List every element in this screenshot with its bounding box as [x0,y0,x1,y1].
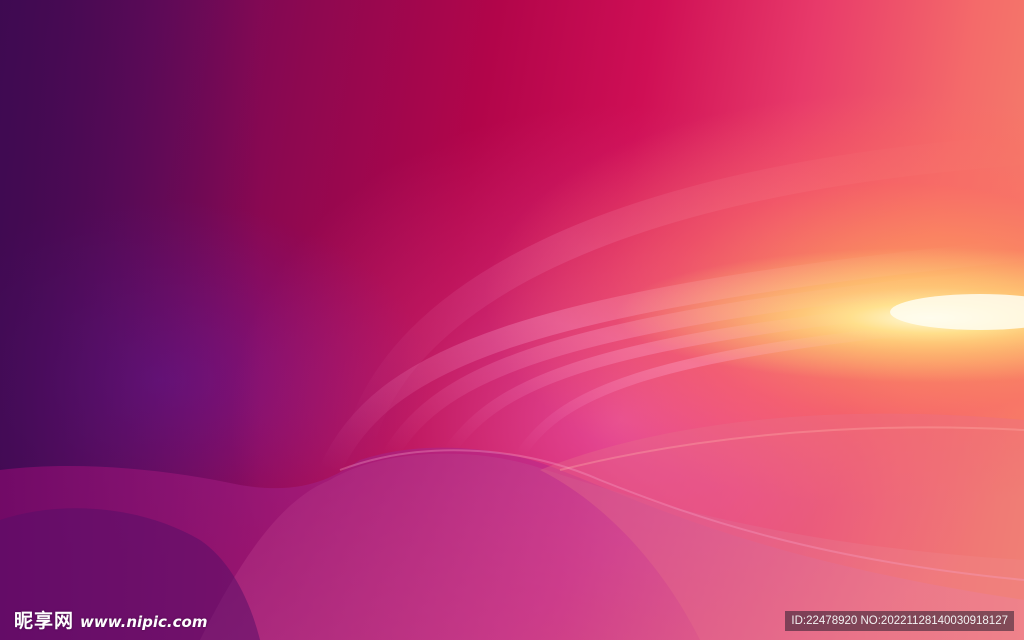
abstract-background-image: 昵享网 www.nipic.com ID:22478920 NO:2022112… [0,0,1024,640]
image-id-badge: ID:22478920 NO:20221128140030918127 [785,611,1014,631]
nipic-logo-text: 昵享网 [14,610,75,632]
nipic-url-text: www.nipic.com [80,613,208,631]
nipic-watermark-logo: 昵享网 www.nipic.com [14,606,207,633]
petal-swirl-artwork [0,0,1024,640]
